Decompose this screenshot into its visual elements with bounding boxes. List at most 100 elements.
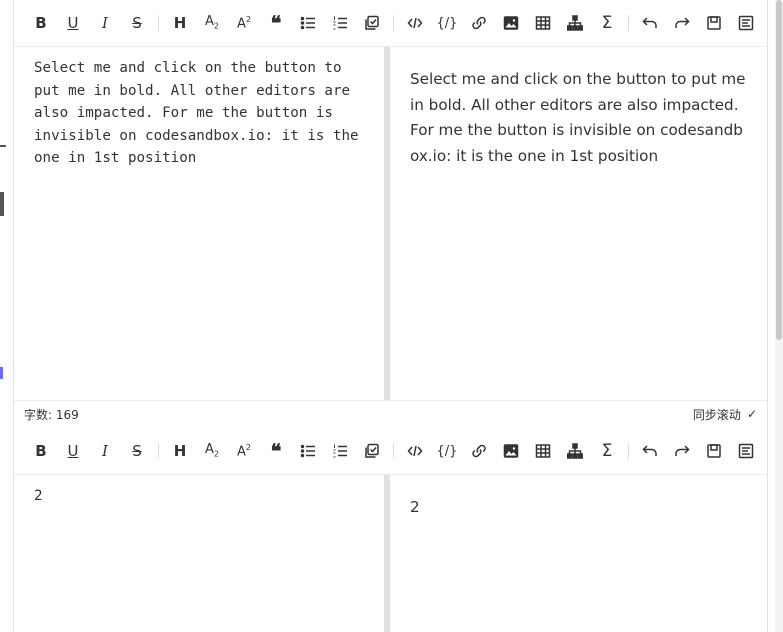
heading-icon: H [173, 441, 187, 460]
italic-button[interactable]: I [89, 435, 121, 467]
save-button[interactable] [698, 7, 730, 39]
redo-button[interactable] [666, 7, 698, 39]
inline-code-button[interactable] [399, 7, 431, 39]
toolbar-divider [158, 15, 159, 31]
gutter-mark [0, 367, 3, 379]
underline-button[interactable]: U [57, 7, 89, 39]
mermaid-button[interactable] [559, 7, 591, 39]
formula-button[interactable]: Σ [591, 435, 623, 467]
strikethrough-icon: S [132, 441, 142, 460]
redo-button[interactable] [666, 435, 698, 467]
subscript-icon: A2 [205, 14, 219, 31]
ordered-list-button[interactable] [324, 7, 356, 39]
table-icon [535, 444, 551, 458]
italic-icon: I [102, 441, 108, 460]
markdown-editor-2: B U I S H A2 A2 ❝ {/} Σ 2 2 [13, 428, 768, 632]
mermaid-icon [567, 443, 583, 459]
editor-panes: Select me and click on the button to put… [14, 47, 767, 400]
bold-button[interactable]: B [25, 435, 57, 467]
bold-icon: B [35, 441, 47, 460]
link-button[interactable] [463, 435, 495, 467]
undo-button[interactable] [634, 7, 666, 39]
save-icon [707, 16, 721, 30]
strikethrough-button[interactable]: S [121, 7, 153, 39]
markdown-source-pane[interactable]: 2 [14, 475, 384, 632]
heading-icon: H [173, 13, 187, 32]
toc-button[interactable] [730, 7, 762, 39]
table-icon [535, 16, 551, 30]
heading-button[interactable]: H [164, 435, 196, 467]
gutter-mark [0, 192, 4, 216]
image-icon [503, 444, 519, 458]
link-icon [472, 16, 486, 30]
formula-icon: Σ [601, 12, 613, 33]
quote-button[interactable]: ❝ [260, 7, 292, 39]
unordered-list-icon [300, 16, 315, 30]
subscript-button[interactable]: A2 [196, 435, 228, 467]
markdown-preview-pane: Select me and click on the button to put… [410, 70, 746, 165]
superscript-button[interactable]: A2 [228, 7, 260, 39]
toc-icon [738, 15, 754, 31]
table-button[interactable] [527, 435, 559, 467]
quote-button[interactable]: ❝ [260, 435, 292, 467]
scrollbar-thumb[interactable] [776, 0, 782, 340]
mermaid-icon [567, 15, 583, 31]
code-block-icon: {/} [436, 443, 458, 459]
code-block-button[interactable]: {/} [431, 435, 463, 467]
superscript-button[interactable]: A2 [228, 435, 260, 467]
sync-scroll-toggle[interactable]: 同步滚动 ✓ [693, 406, 757, 423]
markdown-editor-1: B U I S H A2 A2 ❝ {/} Σ Select me and cl… [13, 0, 768, 428]
unordered-list-icon [300, 444, 315, 458]
word-count: 字数: 169 [24, 407, 79, 422]
image-button[interactable] [495, 435, 527, 467]
ordered-list-button[interactable] [324, 435, 356, 467]
save-icon [707, 444, 721, 458]
markdown-source-pane[interactable]: Select me and click on the button to put… [14, 47, 384, 400]
formula-icon: Σ [601, 440, 613, 461]
toc-button[interactable] [730, 435, 762, 467]
task-list-button[interactable] [356, 7, 388, 39]
vertical-scrollbar[interactable] [775, 0, 783, 632]
underline-button[interactable]: U [57, 435, 89, 467]
editor-toolbar: B U I S H A2 A2 ❝ {/} Σ [14, 428, 767, 475]
inline-code-button[interactable] [399, 435, 431, 467]
heading-button[interactable]: H [164, 7, 196, 39]
toolbar-divider [158, 443, 159, 459]
link-icon [472, 444, 486, 458]
superscript-icon: A2 [237, 14, 251, 32]
unordered-list-button[interactable] [292, 435, 324, 467]
checkmark-icon: ✓ [746, 407, 757, 421]
undo-button[interactable] [634, 435, 666, 467]
subscript-button[interactable]: A2 [196, 7, 228, 39]
left-gutter [0, 0, 13, 632]
unordered-list-button[interactable] [292, 7, 324, 39]
redo-icon [675, 445, 690, 456]
task-list-button[interactable] [356, 435, 388, 467]
code-block-button[interactable]: {/} [431, 7, 463, 39]
formula-button[interactable]: Σ [591, 7, 623, 39]
sync-scroll-label: 同步滚动 [692, 407, 741, 422]
table-button[interactable] [527, 7, 559, 39]
save-button[interactable] [698, 435, 730, 467]
bold-button[interactable]: B [25, 7, 57, 39]
editor-footer: 字数: 169 同步滚动 ✓ [14, 400, 767, 427]
mermaid-button[interactable] [559, 435, 591, 467]
toolbar-divider [628, 443, 629, 459]
italic-icon: I [102, 13, 108, 32]
toolbar-divider [393, 15, 394, 31]
redo-icon [675, 17, 690, 28]
undo-icon [642, 445, 657, 456]
link-button[interactable] [463, 7, 495, 39]
strikethrough-icon: S [132, 13, 142, 32]
strikethrough-button[interactable]: S [121, 435, 153, 467]
editor-panes: 2 2 [14, 475, 767, 632]
image-button[interactable] [495, 7, 527, 39]
bold-icon: B [35, 13, 47, 32]
ordered-list-icon [333, 444, 347, 458]
gutter-mark [0, 145, 6, 147]
italic-button[interactable]: I [89, 7, 121, 39]
underline-icon: U [67, 441, 79, 460]
markdown-preview-pane: 2 [410, 498, 420, 516]
quote-icon: ❝ [270, 439, 282, 463]
inline-code-icon [407, 445, 423, 457]
